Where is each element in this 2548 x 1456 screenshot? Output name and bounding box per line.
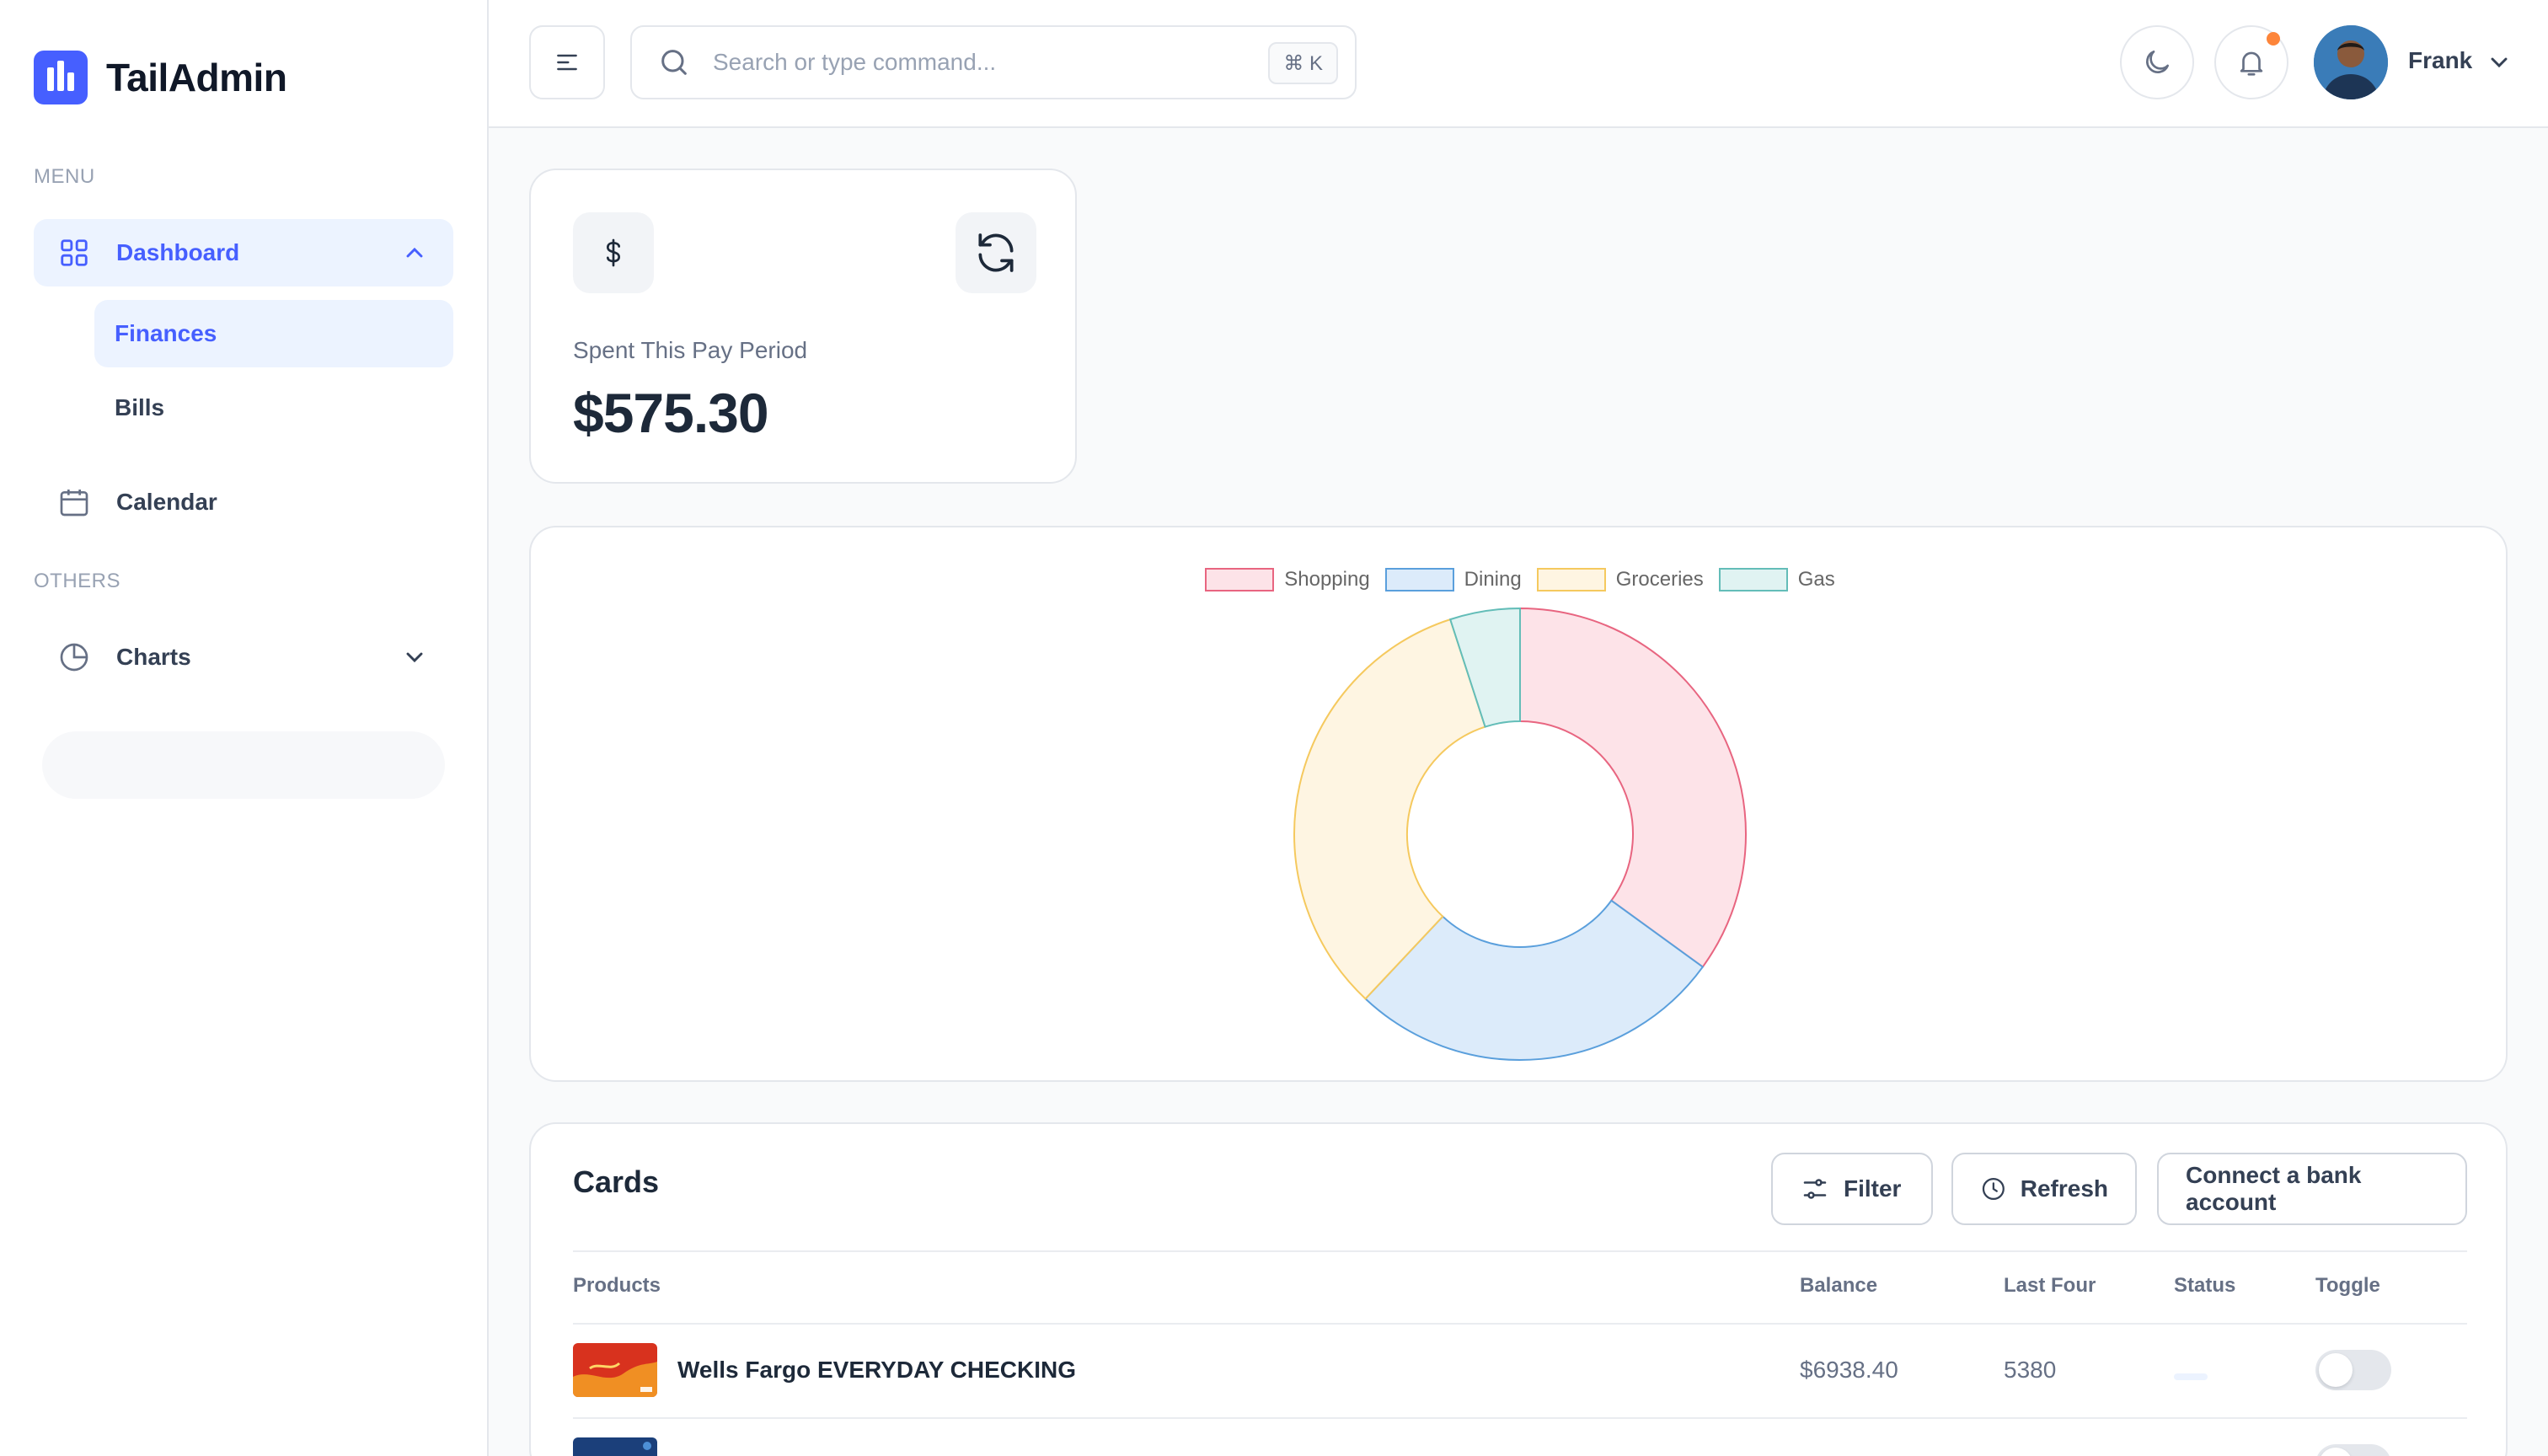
menu-group-label: MENU [34,165,95,188]
sidebar-subitem-finances[interactable]: Finances [94,300,453,367]
column-header-last-four[interactable]: Last Four [2004,1274,2096,1298]
spent-stat-card: Spent This Pay Period $575.30 [529,169,1077,484]
sidebar: TailAdmin MENU Dashboard Finances Bills … [0,0,489,1456]
connect-button-label: Connect a bank account [2186,1162,2362,1215]
sidebar-item-dashboard[interactable]: Dashboard [34,219,453,286]
sidebar-item-label: Calendar [116,489,217,515]
pie-chart-icon [57,640,91,674]
sidebar-item-charts[interactable]: Charts [34,624,453,691]
search-input[interactable] [713,49,1252,76]
sliders-icon [1803,1179,1827,1199]
status-badge [2174,1373,2208,1380]
balance-value: $6938.40 [1800,1357,1898,1383]
sidebar-item-calendar[interactable]: Calendar [34,468,453,536]
bank-card-image [573,1437,657,1456]
table-divider [573,1250,2467,1252]
refresh-icon [978,233,1014,272]
dark-mode-toggle[interactable] [2120,25,2194,99]
grid-icon [57,236,91,270]
moon-icon [2146,50,2170,73]
sidebar-toggle-button[interactable] [529,25,605,99]
clock-icon [1982,1177,2005,1201]
column-header-status[interactable]: Status [2174,1274,2235,1298]
chevron-down-icon[interactable] [401,644,428,671]
sidebar-item-label: Charts [116,644,191,670]
refresh-table-button[interactable]: Refresh [1951,1153,2137,1225]
dollar-icon [573,212,654,293]
user-avatar[interactable] [2314,25,2388,99]
stat-label: Spent This Pay Period [573,337,808,363]
refresh-button-label: Refresh [2020,1175,2108,1202]
calendar-icon [57,485,91,519]
others-group-label: OTHERS [34,570,121,592]
table-divider [573,1417,2467,1419]
notification-dot [2267,32,2280,46]
cards-section: Cards Filter Refresh Connect a bank acco… [529,1122,2508,1456]
table-divider [573,1323,2467,1325]
card-toggle[interactable] [2315,1350,2391,1390]
menu-icon [557,54,577,71]
app-logo[interactable]: TailAdmin [34,51,287,104]
sidebar-subitem-bills[interactable]: Bills [94,374,453,442]
section-title: Cards [573,1164,660,1199]
user-name[interactable]: Frank [2408,47,2472,74]
column-header-products[interactable]: Products [573,1274,661,1298]
logo-icon [34,51,88,104]
card-toggle[interactable] [2315,1444,2391,1456]
spending-donut-chart [1293,607,1747,1061]
connect-bank-button[interactable]: Connect a bank account [2157,1153,2467,1225]
filter-button-label: Filter [1844,1175,1902,1202]
bank-card-image [573,1343,657,1397]
last-four-value: 5380 [2004,1357,2057,1383]
column-header-balance[interactable]: Balance [1800,1274,1877,1298]
app-name: TailAdmin [106,56,287,99]
top-header: ⌘ K Frank [489,0,2548,128]
toggle-knob [2319,1448,2353,1456]
refresh-button[interactable] [956,212,1036,293]
search-shortcut-badge: ⌘ K [1268,42,1338,84]
product-name[interactable]: Wells Fargo EVERYDAY CHECKING [677,1357,1076,1384]
search-icon [661,50,687,75]
sidebar-item-label: Dashboard [116,239,240,265]
chevron-down-icon[interactable] [2486,49,2513,76]
stat-value: $575.30 [573,382,769,444]
sidebar-promo-placeholder [42,731,445,799]
chevron-up-icon[interactable] [401,239,428,266]
filter-button[interactable]: Filter [1771,1153,1933,1225]
column-header-toggle[interactable]: Toggle [2315,1274,2380,1298]
donut-slice-shopping[interactable] [1519,607,1747,968]
toggle-knob [2319,1353,2353,1387]
spending-chart-card: Shopping Dining Groceries Gas [529,526,2508,1082]
search-bar[interactable]: ⌘ K [630,25,1357,99]
notifications-button[interactable] [2214,25,2288,99]
bell-icon [2240,51,2263,76]
